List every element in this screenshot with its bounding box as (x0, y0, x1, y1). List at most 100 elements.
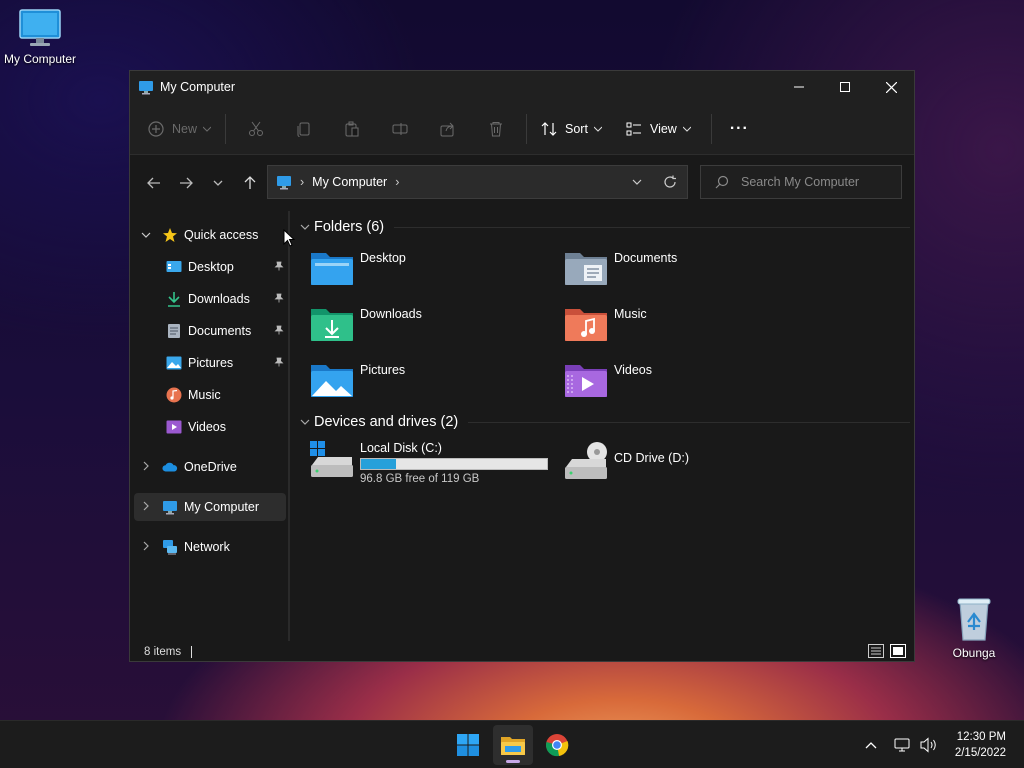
maximize-button[interactable] (822, 71, 868, 103)
search-icon (715, 175, 729, 189)
paste-icon (345, 121, 359, 136)
start-button[interactable] (448, 725, 488, 765)
taskbar-file-explorer[interactable] (493, 725, 533, 765)
close-button[interactable] (868, 71, 914, 103)
folder-tile-documents[interactable]: Documents (564, 247, 814, 295)
folder-tile-desktop[interactable]: Desktop (310, 247, 560, 295)
back-button[interactable] (138, 167, 170, 199)
pin-icon (274, 260, 284, 274)
breadcrumb-separator[interactable]: › (395, 175, 399, 189)
chevron-right-icon[interactable] (136, 501, 156, 514)
copy-icon (297, 122, 310, 137)
chevron-right-icon[interactable] (136, 461, 156, 474)
sidebar-item-label: Network (184, 540, 230, 554)
section-divider (394, 226, 910, 228)
monitor-icon (19, 9, 61, 46)
rename-button[interactable] (376, 112, 424, 146)
sidebar-item-network[interactable]: Network (134, 533, 286, 561)
folder-tile-videos[interactable]: Videos (564, 359, 814, 407)
arrow-up-icon (244, 176, 256, 189)
scissors-icon (249, 121, 264, 136)
sidebar-item-label: Downloads (188, 292, 250, 306)
search-input[interactable] (741, 175, 891, 189)
network-status-button[interactable] (891, 733, 915, 757)
drive-usage-fill (361, 459, 396, 469)
folder-tile-pictures[interactable]: Pictures (310, 359, 560, 407)
sidebar-item-quick-access[interactable]: Quick access (134, 221, 286, 249)
sidebar-item-label: Pictures (188, 356, 234, 370)
tiles-view-icon (890, 643, 906, 658)
navigation-pane: Quick access Desktop Downloads Documents (130, 211, 288, 641)
drive-tile-c[interactable]: Local Disk (C:) 96.8 GB free of 119 GB (310, 441, 560, 491)
folder-tile-downloads[interactable]: Downloads (310, 303, 560, 351)
clock[interactable]: 12:30 PM 2/15/2022 (955, 729, 1006, 761)
sidebar-item-my-computer[interactable]: My Computer (134, 493, 286, 521)
system-tray: 12:30 PM 2/15/2022 (859, 721, 1024, 768)
show-hidden-icons-button[interactable] (859, 733, 883, 757)
recent-locations-button[interactable] (202, 167, 234, 199)
volume-button[interactable] (917, 733, 941, 757)
sidebar-item-videos[interactable]: Videos (134, 413, 286, 441)
title-bar[interactable]: My Computer (130, 71, 914, 103)
drive-tile-d[interactable]: CD Drive (D:) (564, 441, 814, 491)
minimize-icon (794, 86, 804, 88)
sidebar-item-label: Music (188, 388, 221, 402)
sidebar-item-downloads[interactable]: Downloads (134, 285, 286, 313)
sidebar-item-onedrive[interactable]: OneDrive (134, 453, 286, 481)
sidebar-item-pictures[interactable]: Pictures (134, 349, 286, 377)
document-icon (166, 323, 182, 339)
tiles-view-button[interactable] (890, 643, 906, 661)
clock-date: 2/15/2022 (954, 747, 1006, 759)
taskbar-chrome[interactable] (537, 725, 577, 765)
local-disk-icon (310, 441, 353, 477)
arrow-right-icon (180, 177, 193, 189)
chevron-down-icon (632, 179, 642, 185)
more-options-button[interactable]: ··· (722, 112, 757, 146)
drives-section-header[interactable]: Devices and drives (2) (300, 414, 910, 430)
new-button[interactable]: New (140, 112, 219, 146)
paste-button[interactable] (328, 112, 376, 146)
sidebar-item-music[interactable]: Music (134, 381, 286, 409)
folder-tile-music[interactable]: Music (564, 303, 814, 351)
chevron-down-icon (682, 126, 691, 132)
sidebar-item-documents[interactable]: Documents (134, 317, 286, 345)
details-view-button[interactable] (868, 643, 884, 661)
chevron-down-icon (213, 180, 223, 186)
minimize-button[interactable] (776, 71, 822, 103)
sidebar-item-desktop[interactable]: Desktop (134, 253, 286, 281)
sort-icon (541, 121, 557, 136)
chevron-down-icon (300, 417, 314, 428)
pane-divider[interactable] (288, 211, 290, 641)
sort-button[interactable]: Sort (533, 112, 610, 146)
chevron-right-icon[interactable] (136, 541, 156, 554)
details-view-icon (868, 643, 884, 658)
desktop-icon (166, 259, 182, 275)
trash-icon (490, 121, 503, 136)
view-button[interactable]: View (618, 112, 699, 146)
forward-button[interactable] (170, 167, 202, 199)
address-dropdown-button[interactable] (621, 179, 653, 185)
documents-folder-icon (565, 253, 607, 285)
share-button[interactable] (424, 112, 472, 146)
breadcrumb-separator: › (300, 175, 305, 189)
desktop-my-computer[interactable]: My Computer (0, 8, 80, 66)
search-box[interactable] (700, 165, 902, 199)
toolbar-separator (710, 113, 712, 144)
breadcrumb-my-computer[interactable]: My Computer (312, 175, 387, 189)
command-bar: New Sort View ··· (130, 103, 914, 155)
chevron-down-icon (203, 126, 212, 132)
copy-button[interactable] (280, 112, 328, 146)
toolbar-separator (526, 113, 528, 144)
toolbar-separator (225, 113, 227, 144)
pictures-icon (166, 355, 182, 371)
chrome-icon (546, 734, 569, 757)
cut-button[interactable] (232, 112, 280, 146)
delete-button[interactable] (472, 112, 520, 146)
section-divider (468, 421, 910, 423)
desktop-recycle-bin[interactable]: Obunga (934, 596, 1014, 660)
up-button[interactable] (234, 167, 266, 199)
refresh-button[interactable] (653, 175, 687, 189)
folders-section-header[interactable]: Folders (6) (300, 219, 910, 235)
chevron-down-icon[interactable] (136, 230, 156, 241)
address-bar[interactable]: › My Computer › (267, 165, 688, 199)
